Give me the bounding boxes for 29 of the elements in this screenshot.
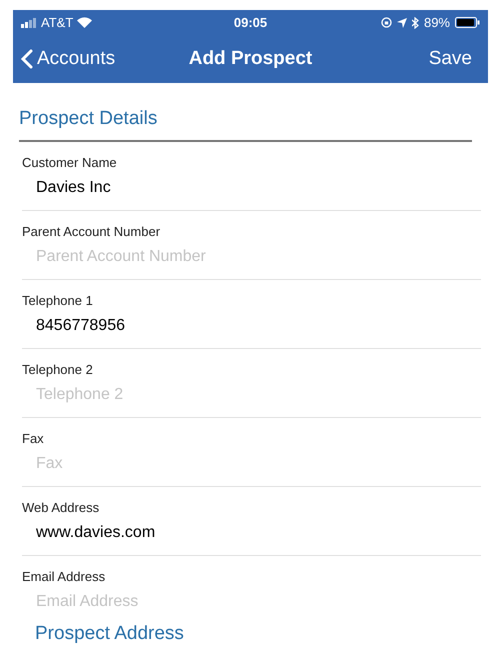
field-label: Parent Account Number (22, 222, 162, 240)
input-field[interactable]: Telephone 2 (36, 380, 436, 408)
field-label: Telephone 1 (22, 292, 94, 310)
back-button[interactable]: Accounts (21, 44, 116, 74)
field-label: Fax (22, 430, 45, 448)
signal-icon (21, 18, 37, 28)
battery-percent: 89% (424, 14, 450, 32)
battery-icon (455, 17, 480, 28)
field-label: Web Address (22, 498, 100, 516)
bluetooth-icon (412, 16, 419, 28)
input-field[interactable]: Davies Inc (36, 174, 436, 202)
save-button[interactable]: Save (428, 44, 472, 74)
clock-time: 09:05 (234, 14, 268, 32)
carrier-name: AT&T (41, 14, 74, 32)
input-field[interactable]: Parent Account Number (36, 242, 436, 270)
section-title: Prospect Address (35, 622, 185, 646)
field-label: Telephone 2 (22, 360, 94, 379)
input-field[interactable]: Email Address (36, 588, 436, 616)
screen-title: Add Prospect (188, 46, 312, 71)
section-title: Prospect Details (19, 107, 158, 131)
input-field[interactable]: 8456778956 (36, 312, 436, 340)
wifi-icon (77, 17, 92, 28)
lock-rotation-icon (380, 17, 392, 28)
input-field[interactable]: Fax (36, 450, 436, 478)
field-label: Customer Name (22, 154, 118, 172)
field-label: Email Address (22, 568, 106, 586)
chevron-left-icon (21, 49, 33, 69)
input-field[interactable]: www.davies.com (36, 518, 436, 546)
location-icon (396, 18, 407, 28)
